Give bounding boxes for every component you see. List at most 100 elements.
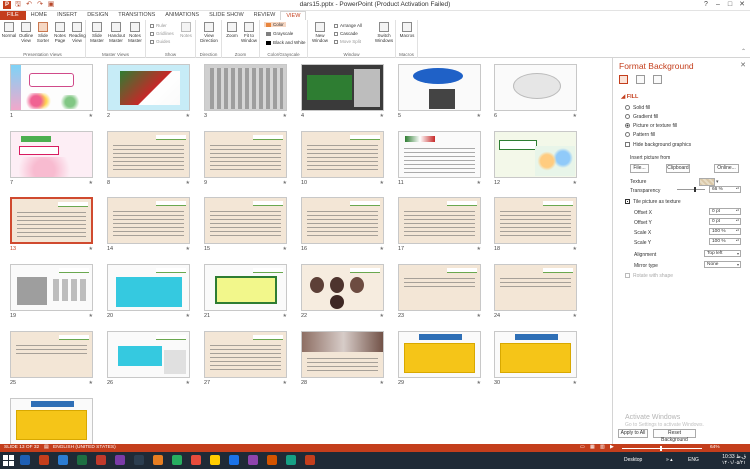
slide-thumbnail[interactable]: 18 ★ bbox=[494, 197, 577, 252]
slide-thumbnail[interactable]: 30 ★ bbox=[494, 331, 577, 386]
slide-thumbnail[interactable]: 2 ★ bbox=[107, 64, 190, 119]
slide-thumbnail[interactable]: 21 ★ bbox=[204, 264, 287, 319]
texture-dropdown-icon[interactable]: ▾ bbox=[716, 179, 719, 185]
gradient-fill-radio[interactable]: Gradient fill bbox=[625, 114, 658, 120]
collapse-ribbon-icon[interactable]: ⌃ bbox=[741, 48, 746, 55]
zoom-slider[interactable] bbox=[622, 447, 702, 449]
alignment-dropdown[interactable]: Top left bbox=[704, 250, 741, 257]
cascade-button[interactable]: Cascade bbox=[334, 31, 358, 36]
help-button[interactable]: ? bbox=[700, 0, 712, 10]
view-direction-button[interactable]: View Direction bbox=[200, 22, 218, 43]
transition-star-icon[interactable]: ★ bbox=[380, 113, 384, 119]
transition-star-icon[interactable]: ★ bbox=[186, 113, 190, 119]
transition-star-icon[interactable]: ★ bbox=[283, 113, 287, 119]
transition-star-icon[interactable]: ★ bbox=[89, 113, 93, 119]
slide-preview[interactable] bbox=[494, 331, 577, 378]
slider-handle[interactable] bbox=[694, 187, 697, 192]
normal-view-status-icon[interactable]: ▭ bbox=[580, 444, 585, 452]
transition-star-icon[interactable]: ★ bbox=[89, 180, 93, 186]
tray-arrows-icon[interactable]: » ▴ bbox=[666, 457, 673, 463]
slide-thumbnail[interactable]: 13 ★ bbox=[10, 197, 93, 252]
slide-preview[interactable] bbox=[398, 131, 481, 178]
slide-thumbnail[interactable]: 26 ★ bbox=[107, 331, 190, 386]
tab-insert[interactable]: INSERT bbox=[52, 11, 82, 20]
slide-master-button[interactable]: Slide Master bbox=[89, 22, 105, 43]
clipboard-button[interactable]: Clipboard bbox=[666, 164, 690, 173]
language-tray[interactable]: ENG bbox=[688, 457, 699, 463]
sorter-view-status-icon[interactable]: ▦ bbox=[590, 444, 595, 452]
taskbar-app-icon[interactable] bbox=[20, 455, 30, 465]
minimize-button[interactable]: – bbox=[712, 0, 724, 10]
tab-design[interactable]: DESIGN bbox=[82, 11, 113, 20]
guides-checkbox[interactable]: Guides bbox=[150, 39, 170, 44]
grayscale-button[interactable]: Grayscale bbox=[264, 31, 295, 36]
slide-preview[interactable] bbox=[398, 331, 481, 378]
slide-thumbnail[interactable]: 31★ bbox=[10, 398, 93, 444]
transition-star-icon[interactable]: ★ bbox=[283, 246, 287, 252]
tab-transitions[interactable]: TRANSITIONS bbox=[113, 11, 160, 20]
normal-view-button[interactable]: Normal bbox=[1, 22, 17, 38]
online-button[interactable]: Online... bbox=[714, 164, 739, 173]
hide-background-graphics-checkbox[interactable]: Hide background graphics bbox=[625, 142, 691, 148]
transition-star-icon[interactable]: ★ bbox=[186, 313, 190, 319]
transparency-slider[interactable] bbox=[677, 187, 705, 192]
slide-preview[interactable] bbox=[494, 64, 577, 111]
slide-thumbnail[interactable]: 16 ★ bbox=[301, 197, 384, 252]
offset-x-spinner[interactable]: 0 pt bbox=[709, 208, 741, 215]
scale-y-spinner[interactable]: 100 % bbox=[709, 238, 741, 245]
taskbar-app-icon[interactable] bbox=[96, 455, 106, 465]
transition-star-icon[interactable]: ★ bbox=[283, 180, 287, 186]
texture-picker[interactable] bbox=[699, 178, 715, 186]
taskbar-app-icon[interactable] bbox=[134, 455, 144, 465]
transition-star-icon[interactable]: ★ bbox=[573, 380, 577, 386]
transparency-spinner[interactable]: 66 % bbox=[709, 186, 741, 193]
slide-thumbnail[interactable]: 27 ★ bbox=[204, 331, 287, 386]
picture-icon[interactable] bbox=[653, 75, 662, 84]
slide-thumbnail[interactable]: 7 ★ bbox=[10, 131, 93, 186]
pane-close-button[interactable]: ✕ bbox=[740, 61, 746, 69]
mirror-type-dropdown[interactable]: None bbox=[704, 261, 741, 268]
transition-star-icon[interactable]: ★ bbox=[380, 380, 384, 386]
offset-y-spinner[interactable]: 0 pt bbox=[709, 218, 741, 225]
taskbar-app-icon[interactable] bbox=[267, 455, 277, 465]
picture-fill-radio[interactable]: Picture or texture fill bbox=[625, 123, 677, 129]
slide-preview[interactable] bbox=[398, 264, 481, 311]
slide-preview[interactable] bbox=[10, 64, 93, 111]
slide-preview[interactable] bbox=[204, 264, 287, 311]
slide-thumbnail[interactable]: 25 ★ bbox=[10, 331, 93, 386]
slide-thumbnail[interactable]: 17 ★ bbox=[398, 197, 481, 252]
taskbar-app-icon[interactable] bbox=[248, 455, 258, 465]
language-indicator[interactable]: ENGLISH (UNITED STATES) bbox=[53, 444, 116, 452]
rotate-with-shape-checkbox[interactable]: Rotate with shape bbox=[625, 273, 673, 279]
spell-check-icon[interactable]: ▤ bbox=[44, 444, 49, 452]
taskbar-app-icon[interactable] bbox=[115, 455, 125, 465]
apply-to-all-button[interactable]: Apply to All bbox=[618, 429, 648, 438]
slide-thumbnail[interactable]: 19 ★ bbox=[10, 264, 93, 319]
slide-preview[interactable] bbox=[301, 264, 384, 311]
slide-thumbnail[interactable]: 6 ★ bbox=[494, 64, 577, 119]
taskbar-app-icon[interactable] bbox=[172, 455, 182, 465]
tab-home[interactable]: HOME bbox=[26, 11, 53, 20]
taskbar-app-icon[interactable] bbox=[286, 455, 296, 465]
taskbar-app-icon[interactable] bbox=[58, 455, 68, 465]
transition-star-icon[interactable]: ★ bbox=[477, 113, 481, 119]
taskbar-app-icon[interactable] bbox=[191, 455, 201, 465]
transition-star-icon[interactable]: ★ bbox=[573, 313, 577, 319]
slide-thumbnail[interactable]: 22 ★ bbox=[301, 264, 384, 319]
slide-preview[interactable] bbox=[107, 264, 190, 311]
slide-thumbnail[interactable]: 20 ★ bbox=[107, 264, 190, 319]
outline-view-button[interactable]: Outline View bbox=[18, 22, 34, 43]
slide-thumbnail[interactable]: 23 ★ bbox=[398, 264, 481, 319]
zoom-button[interactable]: Zoom bbox=[224, 22, 240, 38]
transition-star-icon[interactable]: ★ bbox=[283, 380, 287, 386]
slide-preview[interactable] bbox=[204, 64, 287, 111]
taskbar-app-icon[interactable] bbox=[39, 455, 49, 465]
slide-thumbnail[interactable]: 15 ★ bbox=[204, 197, 287, 252]
desktop-toolbar[interactable]: Desktop bbox=[624, 457, 642, 463]
transition-star-icon[interactable]: ★ bbox=[477, 380, 481, 386]
slide-thumbnail[interactable]: 9 ★ bbox=[204, 131, 287, 186]
ruler-checkbox[interactable]: Ruler bbox=[150, 23, 167, 28]
notes-button[interactable]: Notes bbox=[178, 22, 194, 38]
transition-star-icon[interactable]: ★ bbox=[380, 180, 384, 186]
transition-star-icon[interactable]: ★ bbox=[477, 180, 481, 186]
